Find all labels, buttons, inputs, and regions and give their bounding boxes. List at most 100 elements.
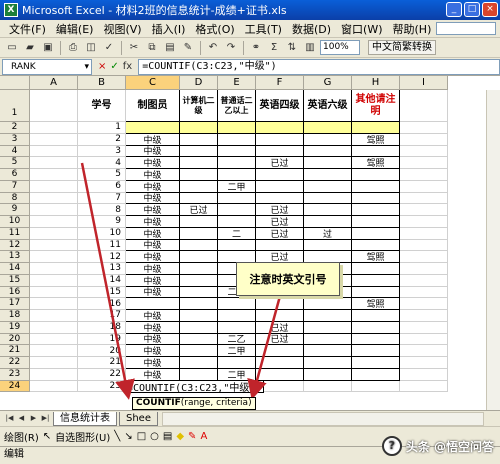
cell-b16[interactable]: 15: [78, 286, 126, 299]
cjk-convert-button[interactable]: 中文简繁转换: [368, 40, 436, 55]
new-file-icon[interactable]: ▭: [4, 40, 20, 56]
cell-e12[interactable]: [218, 239, 256, 252]
cell-d3[interactable]: [180, 133, 218, 146]
horizontal-scrollbar[interactable]: [162, 411, 484, 426]
cell-h13[interactable]: 驾照: [352, 251, 400, 263]
insert-function-icon[interactable]: fx: [123, 61, 132, 72]
cell-d9[interactable]: 已过: [180, 204, 218, 216]
cell-b4[interactable]: 3: [78, 145, 126, 158]
cell-i16[interactable]: [400, 286, 448, 299]
cell-b8[interactable]: 7: [78, 192, 126, 205]
cell-g24[interactable]: [304, 380, 352, 393]
cell-b14[interactable]: 13: [78, 263, 126, 275]
cell-g6[interactable]: [304, 169, 352, 181]
cell-b23[interactable]: 22: [78, 368, 126, 381]
row-header[interactable]: 7: [0, 180, 30, 193]
cell-h10[interactable]: [352, 216, 400, 228]
cell-c16[interactable]: 中级: [126, 286, 180, 298]
hyperlink-icon[interactable]: ⚭: [248, 40, 264, 56]
cell-b20[interactable]: 19: [78, 333, 126, 346]
cell-b18[interactable]: 17: [78, 310, 126, 322]
cell-a16[interactable]: [30, 286, 78, 299]
cell-i11[interactable]: [400, 227, 448, 240]
cell-i6[interactable]: [400, 169, 448, 181]
cell-d21[interactable]: [180, 345, 218, 357]
cell-a14[interactable]: [30, 263, 78, 275]
menu-format[interactable]: 格式(O): [190, 21, 239, 37]
open-folder-icon[interactable]: ▰: [22, 40, 38, 56]
cell-f5[interactable]: 已过: [256, 157, 304, 169]
row-header[interactable]: 15: [0, 274, 30, 287]
cell-a24[interactable]: [30, 380, 78, 393]
cell-d11[interactable]: [180, 227, 218, 240]
column-header-e[interactable]: E: [218, 76, 256, 90]
cell-e17[interactable]: [218, 298, 256, 310]
enter-icon[interactable]: ✓: [110, 61, 118, 72]
rectangle-icon[interactable]: □: [137, 431, 146, 442]
cell-b24[interactable]: 23: [78, 380, 126, 393]
row-header[interactable]: 4: [0, 145, 30, 158]
cell-e21[interactable]: 二甲: [218, 345, 256, 357]
row-header[interactable]: 16: [0, 286, 30, 299]
cell-e5[interactable]: [218, 157, 256, 169]
row-header[interactable]: 23: [0, 368, 30, 381]
cell-g9[interactable]: [304, 204, 352, 216]
menu-window[interactable]: 窗口(W): [336, 21, 387, 37]
column-header-b[interactable]: B: [78, 76, 126, 90]
worksheet-grid[interactable]: A B C D E F G H I 1 学号 制图员 计算机二级 普通话二乙以上 英语四级 英语六级 其他请注明…: [0, 76, 500, 410]
cell-d2[interactable]: [180, 122, 218, 134]
menu-insert[interactable]: 插入(I): [147, 21, 191, 37]
cell-h19[interactable]: [352, 321, 400, 334]
paste-icon[interactable]: ▤: [162, 40, 178, 56]
cell-d15[interactable]: [180, 274, 218, 287]
cell-g1[interactable]: 英语六级: [304, 90, 352, 122]
cell-a3[interactable]: [30, 133, 78, 146]
cell-a13[interactable]: [30, 251, 78, 263]
copy-icon[interactable]: ⧉: [144, 40, 160, 56]
cell-i5[interactable]: [400, 157, 448, 169]
column-header-h[interactable]: H: [352, 76, 400, 90]
cell-h8[interactable]: [352, 192, 400, 205]
cell-e2[interactable]: [218, 122, 256, 134]
row-header[interactable]: 6: [0, 169, 30, 181]
cell-c1[interactable]: 制图员: [126, 90, 180, 122]
cell-h3[interactable]: 驾照: [352, 133, 400, 146]
cell-a18[interactable]: [30, 310, 78, 322]
cell-a10[interactable]: [30, 216, 78, 228]
column-header-c[interactable]: C: [126, 76, 180, 90]
cell-i15[interactable]: [400, 274, 448, 287]
cell-a23[interactable]: [30, 368, 78, 381]
cell-g5[interactable]: [304, 157, 352, 169]
cell-f7[interactable]: [256, 180, 304, 193]
cell-e11[interactable]: 二: [218, 227, 256, 240]
cell-h7[interactable]: [352, 180, 400, 193]
maximize-button[interactable]: □: [464, 2, 480, 17]
help-question-box[interactable]: [436, 22, 497, 35]
cell-e18[interactable]: [218, 310, 256, 322]
sort-asc-icon[interactable]: ⇅: [284, 40, 300, 56]
cell-i21[interactable]: [400, 345, 448, 357]
cell-f1[interactable]: 英语四级: [256, 90, 304, 122]
select-arrow-icon[interactable]: ↖: [43, 431, 51, 442]
column-header-f[interactable]: F: [256, 76, 304, 90]
menu-edit[interactable]: 编辑(E): [51, 21, 99, 37]
row-header[interactable]: 12: [0, 239, 30, 252]
line-icon[interactable]: ╲: [114, 431, 120, 442]
cell-b5[interactable]: 4: [78, 157, 126, 169]
cell-a21[interactable]: [30, 345, 78, 357]
last-sheet-icon[interactable]: ▶|: [40, 413, 51, 424]
cell-e9[interactable]: [218, 204, 256, 216]
cell-h23[interactable]: [352, 368, 400, 381]
row-header[interactable]: 18: [0, 310, 30, 322]
cell-h1[interactable]: 其他请注明: [352, 90, 400, 122]
cell-g2[interactable]: [304, 122, 352, 134]
row-header[interactable]: 11: [0, 227, 30, 240]
cell-g11[interactable]: 过: [304, 227, 352, 240]
cell-a6[interactable]: [30, 169, 78, 181]
row-header[interactable]: 5: [0, 157, 30, 169]
font-color-icon[interactable]: A: [200, 431, 207, 442]
cell-g21[interactable]: [304, 345, 352, 357]
cell-i19[interactable]: [400, 321, 448, 334]
cell-i17[interactable]: [400, 298, 448, 310]
cut-icon[interactable]: ✂: [126, 40, 142, 56]
